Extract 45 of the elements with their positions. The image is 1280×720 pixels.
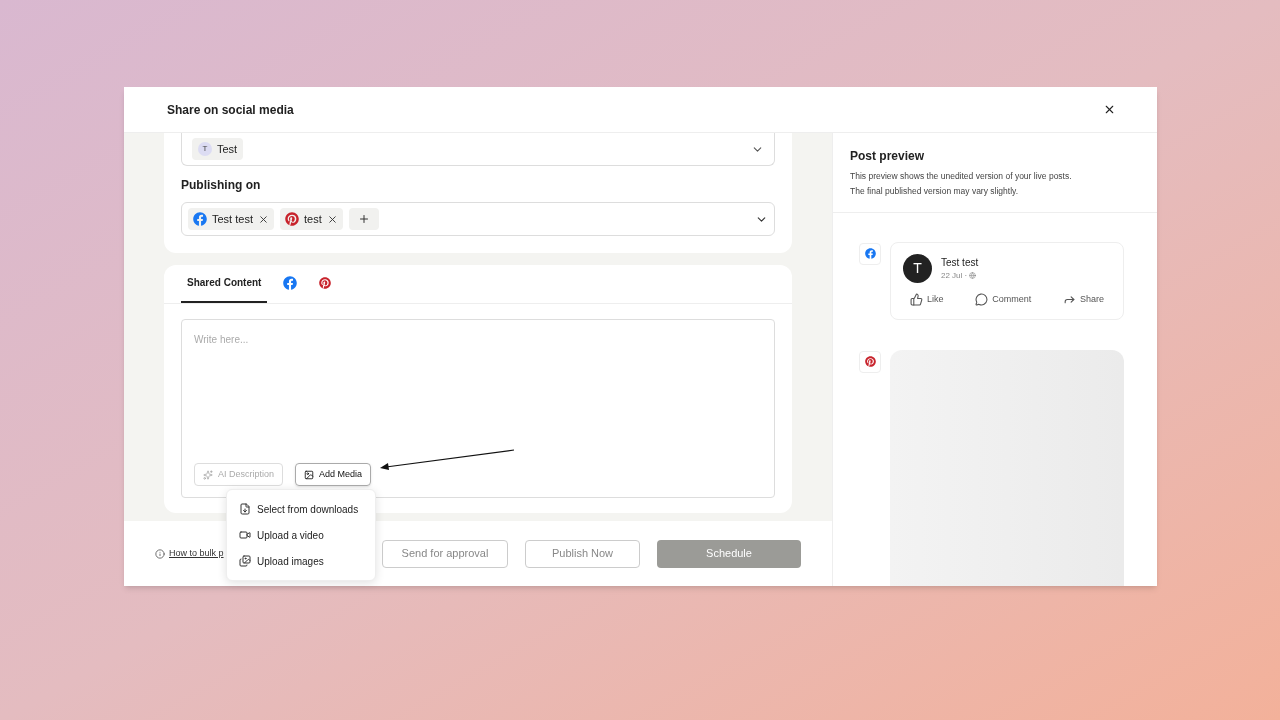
remove-icon[interactable]	[326, 213, 338, 225]
chip-label: Test test	[212, 211, 253, 227]
add-media-button[interactable]: Add Media	[295, 463, 372, 486]
add-channel-button[interactable]	[348, 208, 379, 230]
menu-item[interactable]: Upload a video	[227, 522, 375, 548]
post-action[interactable]: Like	[910, 292, 944, 306]
video-icon	[239, 529, 251, 541]
menu-item[interactable]: Upload images	[227, 548, 375, 574]
help-link[interactable]: How to bulk p	[169, 546, 224, 561]
facebook-icon	[193, 212, 207, 226]
tab[interactable]: Shared Content	[181, 264, 268, 303]
pinterest-icon	[284, 212, 299, 226]
placeholder: Write here...	[194, 333, 250, 347]
post-date: 22 Jul ·	[941, 269, 968, 282]
action-button[interactable]: Send for approval	[382, 539, 508, 568]
facebook-icon	[864, 248, 876, 259]
image-icon	[304, 469, 315, 480]
avatar: T	[903, 253, 932, 283]
avatar: T	[198, 142, 212, 156]
chip-label: test	[303, 211, 322, 227]
dialog-title: Share on social media	[167, 101, 294, 119]
author-name: Test test	[941, 255, 979, 270]
globe-icon	[969, 272, 977, 279]
field-label: Publishing on	[181, 177, 262, 194]
plus-icon	[357, 213, 370, 225]
chip-label: Test	[217, 141, 238, 157]
images-icon	[239, 555, 251, 567]
facebook-icon	[283, 275, 298, 290]
file-download-icon	[239, 503, 251, 515]
info-icon	[155, 548, 165, 559]
thumbs-up-icon	[910, 292, 923, 306]
action-button[interactable]: Publish Now	[525, 539, 640, 568]
sparkle-icon	[203, 469, 213, 480]
pinterest-icon	[319, 276, 332, 289]
preview-description: This preview shows the unedited version of your live posts.	[850, 170, 1073, 183]
menu-item[interactable]: Select from downloads	[227, 496, 375, 522]
preview-title: Post preview	[850, 148, 926, 165]
channel-select[interactable]: Test test test	[181, 202, 775, 236]
remove-icon[interactable]	[257, 213, 269, 225]
post-action[interactable]: Share	[1062, 292, 1104, 306]
account-select[interactable]: T Test	[181, 133, 775, 166]
comment-icon	[975, 292, 989, 306]
post-action[interactable]: Comment	[975, 292, 1032, 306]
pinterest-icon	[864, 356, 876, 367]
preview-description: The final published version may vary slightly.	[850, 184, 1020, 198]
